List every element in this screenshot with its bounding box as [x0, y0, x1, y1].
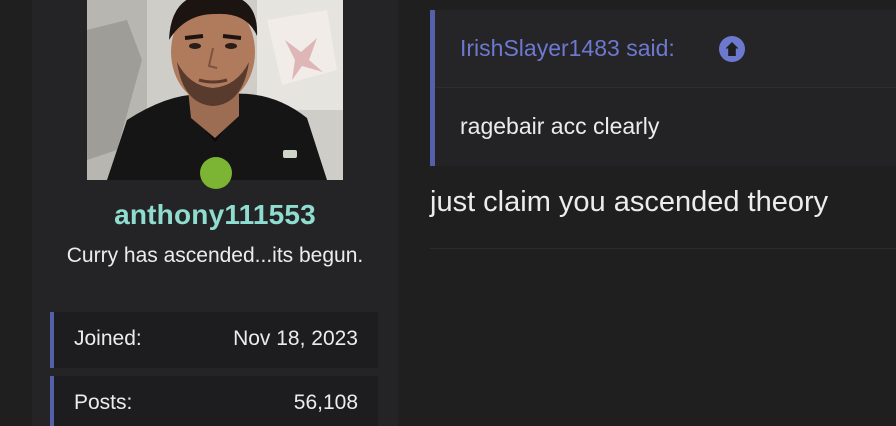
stat-posts-value: 56,108	[293, 391, 358, 414]
post-body: just claim you ascended theory	[430, 186, 829, 218]
username[interactable]: anthony111553	[32, 199, 398, 231]
stat-joined-value: Nov 18, 2023	[233, 327, 358, 350]
user-title: Curry has ascended...its begun.	[66, 244, 364, 267]
quote-text: ragebair acc clearly	[460, 113, 660, 139]
stat-posts-label: Posts:	[74, 391, 133, 414]
post-divider	[430, 248, 896, 249]
quote-author-link[interactable]: IrishSlayer1483 said:	[460, 35, 675, 62]
user-sidebar: anthony111553 Curry has ascended...its b…	[32, 0, 398, 426]
user-avatar[interactable]	[87, 0, 343, 180]
forum-post: anthony111553 Curry has ascended...its b…	[0, 0, 896, 426]
stat-joined: Joined: Nov 18, 2023	[50, 312, 378, 368]
online-status-indicator	[200, 157, 232, 189]
arrow-up-circle-icon[interactable]	[719, 36, 745, 62]
avatar-photo	[87, 0, 343, 180]
stat-joined-label: Joined:	[74, 327, 142, 350]
stat-posts: Posts: 56,108	[50, 376, 378, 426]
quote-block: IrishSlayer1483 said: ragebair acc clear…	[430, 10, 896, 166]
quote-header: IrishSlayer1483 said:	[435, 10, 896, 88]
